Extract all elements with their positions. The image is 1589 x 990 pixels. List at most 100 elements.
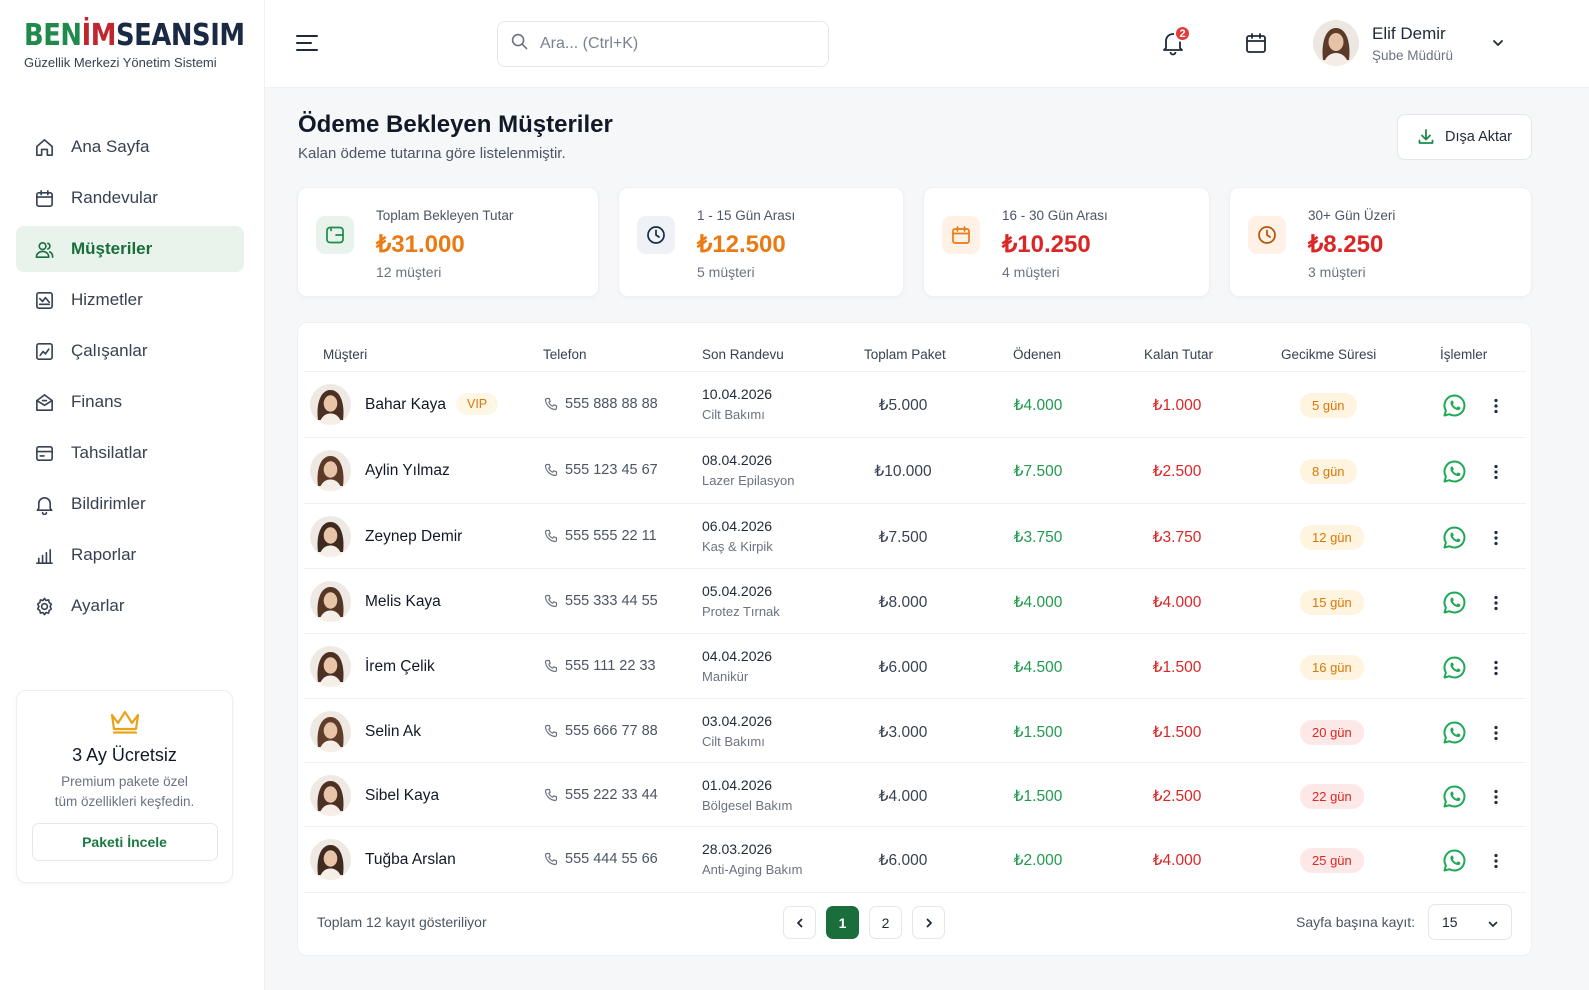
table-row[interactable]: Tuğba Arslan 555 444 55 66 28.03.2026 An… bbox=[304, 826, 1526, 891]
calendar-icon[interactable] bbox=[1244, 31, 1268, 55]
calendar-icon bbox=[942, 216, 980, 254]
search-bar[interactable] bbox=[497, 21, 829, 67]
sidebar-item-home[interactable]: Ana Sayfa bbox=[16, 124, 244, 170]
delay-badge: 20 gün bbox=[1300, 720, 1364, 745]
customer-name[interactable]: Selin Ak bbox=[365, 723, 421, 741]
prev-page-button[interactable] bbox=[783, 906, 816, 939]
phone-cell: 555 123 45 67 bbox=[544, 462, 658, 478]
whatsapp-icon[interactable] bbox=[1442, 525, 1467, 550]
table-row[interactable]: Aylin Yılmaz 555 123 45 67 08.04.2026 La… bbox=[304, 437, 1526, 502]
table-row[interactable]: Selin Ak 555 666 77 88 03.04.2026 Cilt B… bbox=[304, 698, 1526, 763]
more-options-icon[interactable] bbox=[1486, 655, 1506, 680]
export-button[interactable]: Dışa Aktar bbox=[1397, 114, 1532, 160]
table-row[interactable]: Zeynep Demir 555 555 22 11 06.04.2026 Ka… bbox=[304, 503, 1526, 568]
table-row[interactable]: Bahar Kaya VIP 555 888 88 88 10.04.2026 … bbox=[304, 371, 1526, 436]
next-page-button[interactable] bbox=[912, 906, 945, 939]
total-package: ₺8.000 bbox=[878, 594, 928, 611]
sidebar-item-finance[interactable]: Finans bbox=[16, 379, 244, 425]
sidebar-item-reports[interactable]: Raporlar bbox=[16, 532, 244, 578]
sidebar-item-bell[interactable]: Bildirimler bbox=[16, 481, 244, 527]
customer-name[interactable]: Zeynep Demir bbox=[365, 528, 462, 546]
notification-badge: 2 bbox=[1174, 25, 1191, 42]
col-header-delay[interactable]: Gecikme Süresi bbox=[1281, 347, 1376, 362]
total-package: ₺10.000 bbox=[874, 463, 932, 480]
calendar-icon bbox=[33, 187, 55, 209]
table-row[interactable]: İrem Çelik 555 111 22 33 04.04.2026 Mani… bbox=[304, 633, 1526, 698]
customer-name[interactable]: Sibel Kaya bbox=[365, 787, 439, 805]
sidebar-item-collections[interactable]: Tahsilatlar bbox=[16, 430, 244, 476]
whatsapp-icon[interactable] bbox=[1442, 655, 1467, 680]
customer-name[interactable]: Bahar Kaya bbox=[365, 396, 446, 414]
whatsapp-icon[interactable] bbox=[1442, 590, 1467, 615]
customer-name[interactable]: Aylin Yılmaz bbox=[365, 462, 450, 480]
stat-count: 5 müşteri bbox=[697, 264, 755, 280]
users-icon bbox=[33, 238, 55, 260]
clock-icon bbox=[637, 216, 675, 254]
collections-icon bbox=[33, 442, 55, 464]
stat-card[interactable]: 1 - 15 Gün Arası ₺12.500 5 müşteri bbox=[618, 187, 904, 297]
sidebar-item-employees[interactable]: Çalışanlar bbox=[16, 328, 244, 374]
sidebar-item-calendar[interactable]: Randevular bbox=[16, 175, 244, 221]
customer-name[interactable]: Tuğba Arslan bbox=[365, 851, 456, 869]
col-header-paid[interactable]: Ödenen bbox=[1013, 347, 1061, 362]
sidebar-nav: Ana Sayfa Randevular Müşteriler Hizmetler Ça… bbox=[16, 124, 244, 634]
user-menu[interactable]: Elif Demir Şube Müdürü bbox=[1313, 20, 1503, 66]
stat-value: ₺12.500 bbox=[697, 231, 786, 258]
promo-text: Premium pakete özel tüm özellikleri keşf… bbox=[17, 772, 232, 812]
remaining-amount: ₺3.750 bbox=[1152, 529, 1202, 546]
table-row[interactable]: Sibel Kaya 555 222 33 44 01.04.2026 Bölg… bbox=[304, 762, 1526, 827]
page-button-2[interactable]: 2 bbox=[869, 906, 902, 939]
more-options-icon[interactable] bbox=[1486, 525, 1506, 550]
phone-icon bbox=[544, 724, 558, 738]
phone-icon bbox=[544, 397, 558, 411]
brand-logo[interactable]: BENİMSEANSIM Güzellik Merkezi Yönetim Si… bbox=[24, 18, 281, 70]
customer-name[interactable]: İrem Çelik bbox=[365, 658, 435, 676]
whatsapp-icon[interactable] bbox=[1442, 393, 1467, 418]
appointment-service: Protez Tırnak bbox=[702, 604, 780, 619]
export-label: Dışa Aktar bbox=[1445, 129, 1512, 145]
appointment-service: Manikür bbox=[702, 669, 749, 684]
sidebar-item-services[interactable]: Hizmetler bbox=[16, 277, 244, 323]
col-header-last-appointment[interactable]: Son Randevu bbox=[702, 347, 784, 362]
chevron-down-icon[interactable] bbox=[1491, 36, 1505, 55]
col-header-remaining[interactable]: Kalan Tutar bbox=[1144, 347, 1213, 362]
search-input[interactable] bbox=[540, 35, 800, 53]
per-page-select[interactable]: 15 bbox=[1428, 904, 1512, 940]
phone-cell: 555 222 33 44 bbox=[544, 787, 658, 803]
whatsapp-icon[interactable] bbox=[1442, 848, 1467, 873]
more-options-icon[interactable] bbox=[1486, 848, 1506, 873]
delay-badge: 16 gün bbox=[1300, 655, 1364, 680]
more-options-icon[interactable] bbox=[1486, 590, 1506, 615]
whatsapp-icon[interactable] bbox=[1442, 459, 1467, 484]
stat-card[interactable]: Toplam Bekleyen Tutar ₺31.000 12 müşteri bbox=[297, 187, 599, 297]
whatsapp-icon[interactable] bbox=[1442, 784, 1467, 809]
promo-text-line: tüm özellikleri keşfedin. bbox=[54, 794, 195, 809]
col-header-phone[interactable]: Telefon bbox=[543, 347, 587, 362]
col-header-customer[interactable]: Müşteri bbox=[323, 347, 367, 362]
view-package-button[interactable]: Paketi İncele bbox=[31, 823, 218, 861]
sidebar-item-users[interactable]: Müşteriler bbox=[16, 226, 244, 272]
delay-badge: 15 gün bbox=[1300, 590, 1364, 615]
home-icon bbox=[33, 136, 55, 158]
more-options-icon[interactable] bbox=[1486, 720, 1506, 745]
remaining-amount: ₺1.500 bbox=[1152, 659, 1202, 676]
phone-number: 555 111 22 33 bbox=[565, 658, 656, 674]
col-header-total-package[interactable]: Toplam Paket bbox=[864, 347, 946, 362]
more-options-icon[interactable] bbox=[1486, 393, 1506, 418]
user-info: Elif Demir Şube Müdürü bbox=[1372, 24, 1453, 63]
whatsapp-icon[interactable] bbox=[1442, 720, 1467, 745]
appointment-service: Cilt Bakımı bbox=[702, 407, 765, 422]
search-icon bbox=[511, 33, 528, 55]
more-options-icon[interactable] bbox=[1486, 784, 1506, 809]
table-row[interactable]: Melis Kaya 555 333 44 55 05.04.2026 Prot… bbox=[304, 568, 1526, 633]
more-options-icon[interactable] bbox=[1486, 459, 1506, 484]
stat-card[interactable]: 30+ Gün Üzeri ₺8.250 3 müşteri bbox=[1229, 187, 1532, 297]
menu-toggle-icon[interactable] bbox=[295, 32, 319, 54]
stat-card[interactable]: 16 - 30 Gün Arası ₺10.250 4 müşteri bbox=[923, 187, 1210, 297]
sidebar-item-settings[interactable]: Ayarlar bbox=[16, 583, 244, 629]
stat-label: 1 - 15 Gün Arası bbox=[697, 208, 796, 223]
records-summary: Toplam 12 kayıt gösteriliyor bbox=[317, 914, 487, 930]
customer-name[interactable]: Melis Kaya bbox=[365, 593, 441, 611]
page-button-1[interactable]: 1 bbox=[826, 906, 859, 939]
wallet-icon bbox=[316, 216, 354, 254]
